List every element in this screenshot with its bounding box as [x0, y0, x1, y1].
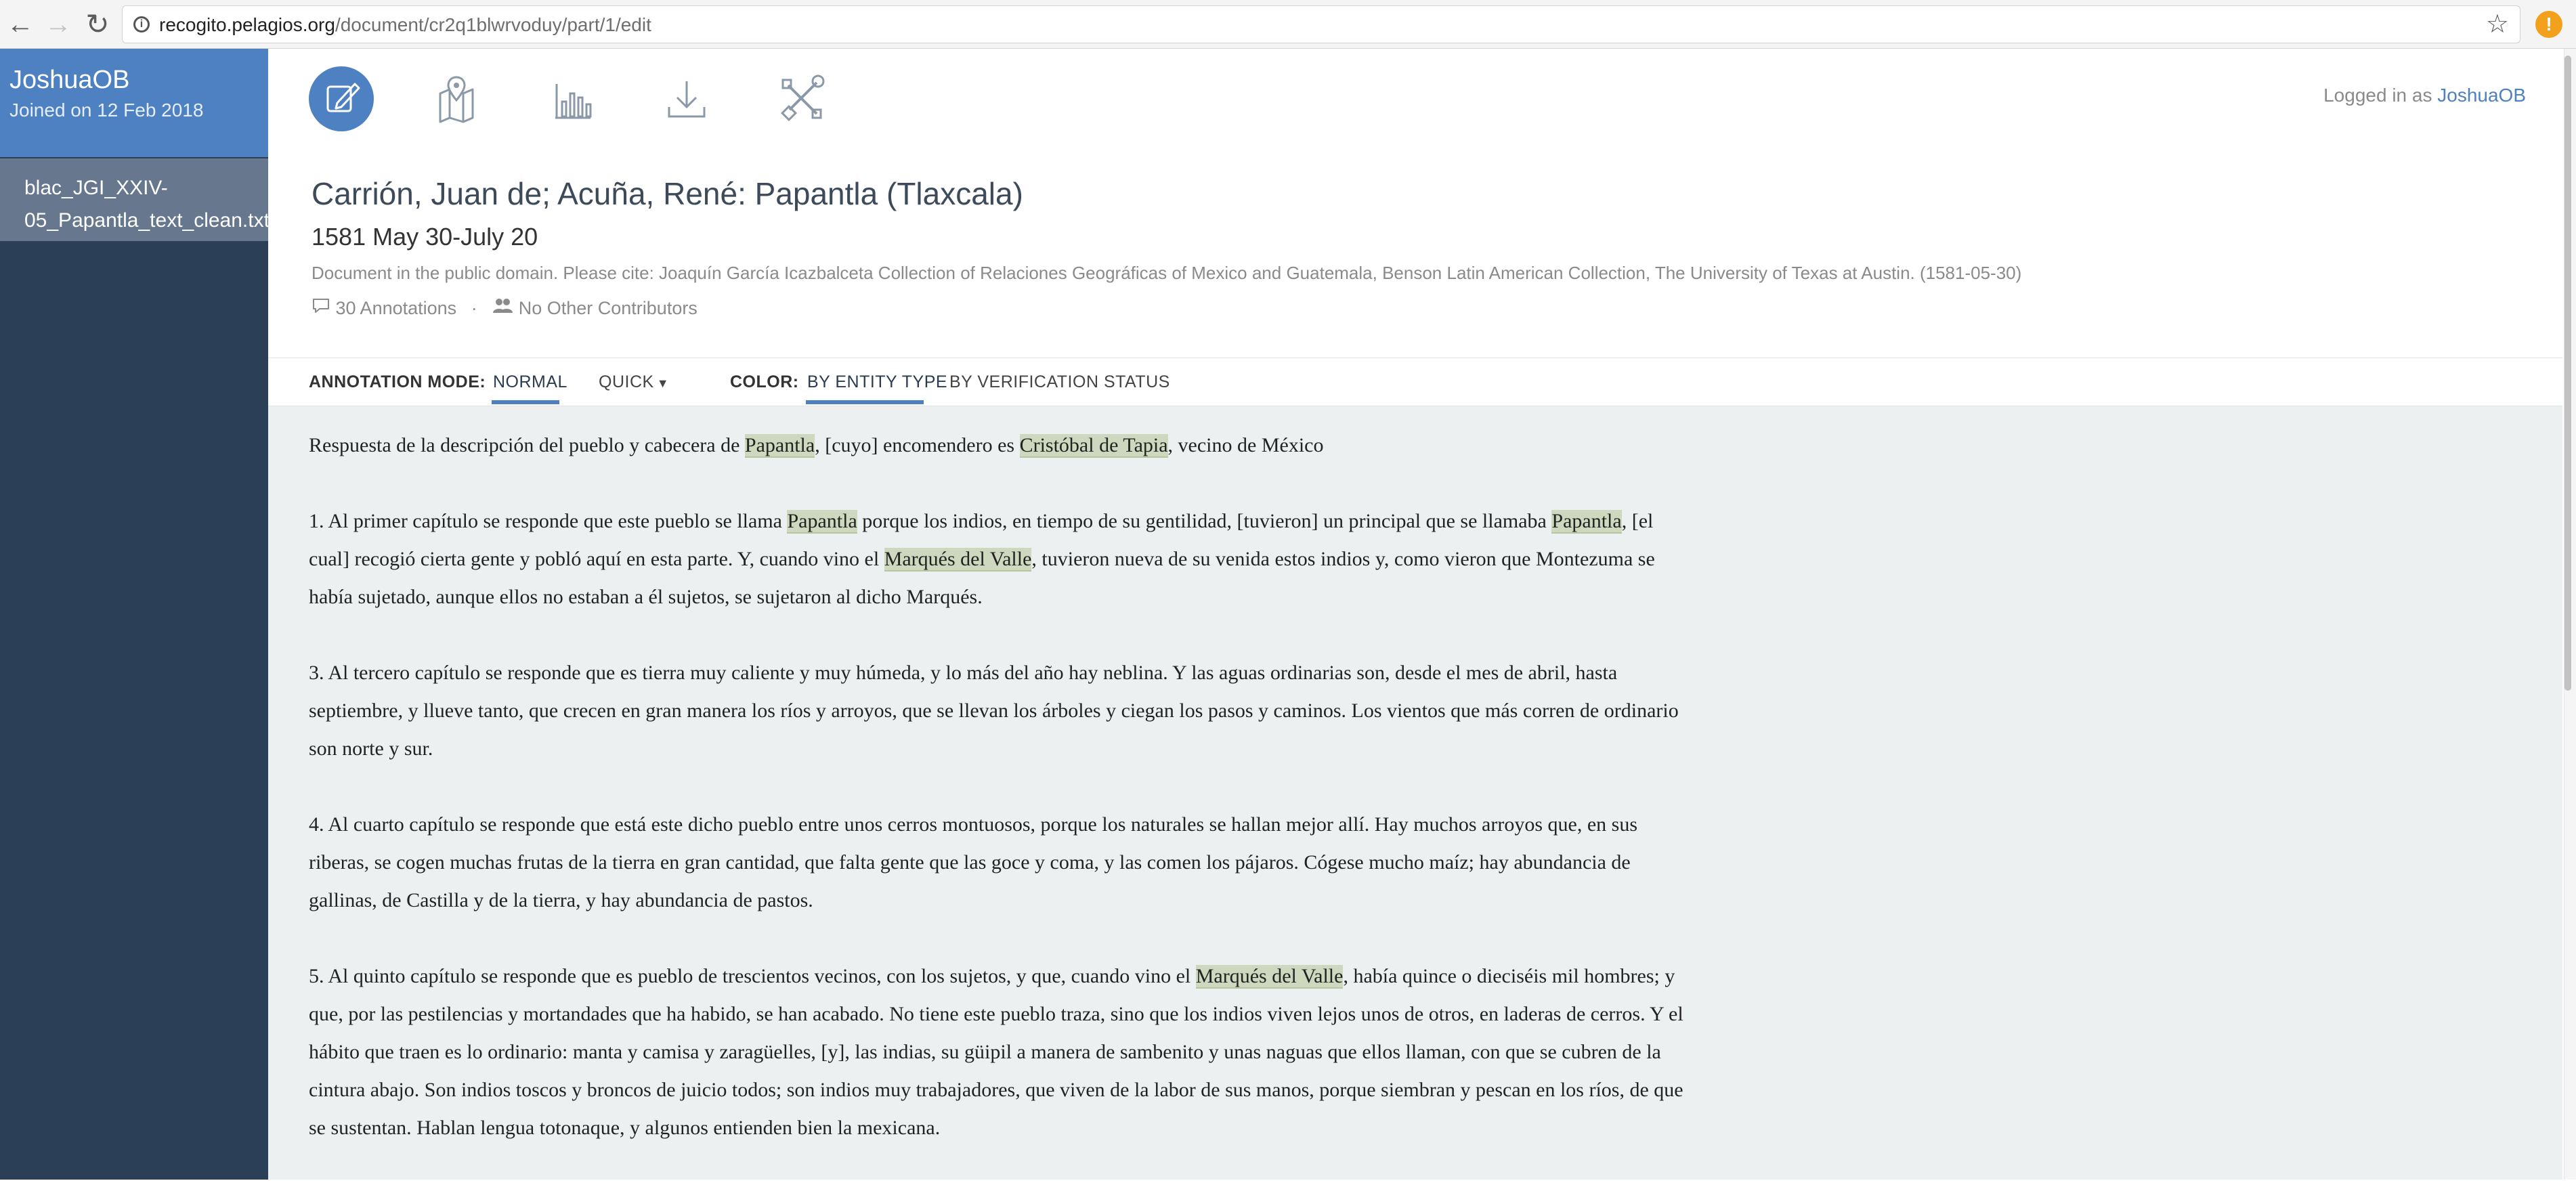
person-annotation[interactable]: Cristóbal de Tapia [1019, 434, 1168, 458]
document-citation: Document in the public domain. Please ci… [312, 263, 2022, 283]
person-annotation[interactable]: Marqués del Valle [1195, 965, 1344, 989]
url-text[interactable]: recogito.pelagios.org/document/cr2q1blwr… [159, 14, 651, 36]
settings-tools-icon[interactable] [769, 66, 834, 131]
color-by-verification-status-tab[interactable]: BY VERIFICATION STATUS [949, 372, 1170, 392]
url-path: /document/cr2q1blwrvoduy/part/1/edit [335, 14, 651, 35]
document-text[interactable]: Respuesta de la descripción del pueblo y… [309, 427, 1690, 1185]
color-label: COLOR: [730, 372, 799, 391]
page-scrollbar[interactable] [2564, 49, 2576, 1180]
mode-quick-label: QUICK [599, 372, 654, 391]
mode-normal-underline [492, 400, 559, 404]
logged-in-prefix: Logged in as [2323, 85, 2432, 106]
text-run: porque los indios, en tiempo de su genti… [857, 510, 1552, 532]
mode-normal-tab[interactable]: NORMAL [493, 372, 567, 392]
text-run: , vecino de México [1167, 434, 1324, 456]
extension-alert-icon[interactable]: ! [2535, 11, 2562, 38]
text-run: Respuesta de la descripción del pueblo y… [309, 434, 745, 456]
color-by-entity-type-underline [806, 400, 924, 404]
scrollbar-thumb[interactable] [2564, 56, 2571, 691]
annotation-mode-bar: ANNOTATION MODE: NORMAL QUICK ▼ COLOR: BY… [268, 358, 2562, 406]
map-icon[interactable] [424, 66, 489, 131]
logged-in-status: Logged in as JoshuaOB [2323, 84, 2526, 107]
reload-icon[interactable]: ↻ [83, 9, 112, 39]
text-run: , [cuyo] encomendero es [815, 434, 1020, 456]
place-annotation[interactable]: Papantla [1551, 510, 1622, 534]
download-icon[interactable] [654, 66, 719, 131]
text-run: 1. Al primer capítulo se responde que es… [309, 510, 788, 532]
bookmark-star-icon[interactable]: ☆ [2486, 11, 2509, 38]
person-annotation[interactable]: Marqués del Valle [884, 548, 1032, 572]
users-icon [492, 297, 513, 320]
user-profile[interactable]: JoshuaOB Joined on 12 Feb 2018 [0, 49, 268, 157]
back-arrow-icon[interactable]: ← [5, 9, 35, 39]
edit-icon[interactable] [309, 66, 374, 131]
caret-down-icon: ▼ [656, 376, 670, 390]
document-filename: blac_JGI_XXIV-05_Papantla_text_clean.txt [24, 177, 270, 232]
document-title: Carrión, Juan de; Acuña, René: Papantla … [312, 176, 1023, 211]
stats-icon[interactable] [539, 66, 604, 131]
color-by-entity-type-tab[interactable]: BY ENTITY TYPE [807, 372, 947, 392]
text-run: 5. Al quinto capítulo se responde que es… [309, 965, 1196, 987]
logged-in-user-link[interactable]: JoshuaOB [2437, 85, 2526, 106]
paragraph: 3. Al tercero capítulo se responde que e… [309, 662, 1679, 760]
comment-icon [312, 297, 330, 320]
document-text-area: Respuesta de la descripción del pueblo y… [268, 406, 2562, 1180]
user-name[interactable]: JoshuaOB [9, 65, 129, 95]
sidebar-document-item[interactable]: blac_JGI_XXIV-05_Papantla_text_clean.txt [0, 158, 270, 241]
annotations-count[interactable]: 30 Annotations [336, 298, 457, 318]
paragraph: 5. Al quinto capítulo se responde que es… [309, 957, 1690, 1147]
main-panel: Logged in as JoshuaOB Carrión, Juan de; … [268, 49, 2562, 1180]
paragraph: 4. Al cuarto capítulo se responde que es… [309, 813, 1637, 911]
joined-date: Joined on 12 Feb 2018 [9, 100, 204, 121]
meta-separator: · [471, 297, 477, 318]
mode-quick-dropdown[interactable]: QUICK ▼ [599, 372, 669, 393]
text-run: , había quince o dieciséis mil hombres; … [309, 965, 1683, 1139]
url-host: recogito.pelagios.org [159, 14, 335, 35]
paragraph: Respuesta de la descripción del pueblo y… [309, 427, 1690, 465]
paragraph: 1. Al primer capítulo se responde que es… [309, 502, 1690, 616]
contributors-status: No Other Contributors [518, 297, 697, 318]
sidebar: JoshuaOB Joined on 12 Feb 2018 blac_JGI_… [0, 49, 270, 1180]
address-bar[interactable]: i recogito.pelagios.org/document/cr2q1bl… [122, 5, 2520, 43]
annotation-mode-label: ANNOTATION MODE: [309, 372, 486, 391]
info-icon[interactable]: i [133, 16, 150, 33]
place-annotation[interactable]: Papantla [744, 434, 815, 458]
document-date: 1581 May 30-July 20 [312, 223, 538, 251]
forward-arrow-icon[interactable]: → [43, 9, 73, 39]
place-annotation[interactable]: Papantla [787, 510, 857, 534]
document-meta: 30 Annotations · No Other Contributors [312, 295, 697, 320]
browser-toolbar: ← → ↻ i recogito.pelagios.org/document/c… [0, 0, 2576, 49]
